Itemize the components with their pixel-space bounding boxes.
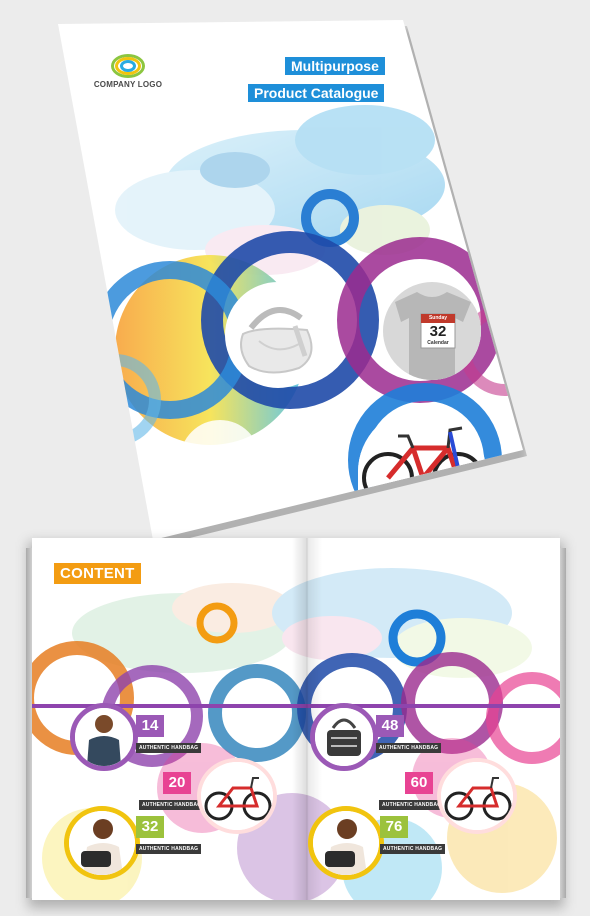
open-catalogue: CONTENT 14 AUTHENTIC HANDBAG 20 AUTHENTI… bbox=[32, 538, 560, 900]
catalogue-cover: COMPANY LOGO Multipurpose Product Catalo… bbox=[55, 20, 527, 546]
bicycle-icon bbox=[441, 762, 513, 830]
item-label: AUTHENTIC HANDBAG bbox=[139, 800, 205, 810]
item-label: AUTHENTIC HANDBAG bbox=[376, 743, 442, 753]
item-photo bbox=[197, 758, 277, 834]
item-number: 76 bbox=[380, 816, 408, 838]
person-tshirt-icon bbox=[75, 708, 133, 766]
person-handbag-icon bbox=[69, 811, 135, 875]
item-label: AUTHENTIC HANDBAG bbox=[136, 844, 202, 854]
handbag-icon bbox=[229, 286, 327, 384]
calendar-caption: Calendar bbox=[427, 340, 449, 346]
calendar-day-number: 32 bbox=[429, 323, 447, 340]
cover-title-line-2: Product Catalogue bbox=[248, 84, 385, 102]
item-photo bbox=[310, 703, 378, 771]
company-logo: COMPANY LOGO bbox=[93, 52, 163, 89]
item-number: 48 bbox=[376, 715, 404, 737]
content-heading: CONTENT bbox=[54, 563, 141, 584]
handbag-icon bbox=[315, 708, 373, 766]
item-photo bbox=[308, 806, 384, 880]
item-number: 14 bbox=[136, 715, 164, 737]
item-label: AUTHENTIC HANDBAG bbox=[136, 743, 202, 753]
item-number: 32 bbox=[136, 816, 164, 838]
calendar-day-name: Sunday bbox=[428, 315, 448, 321]
item-photo bbox=[70, 703, 138, 771]
person-handbag-icon bbox=[313, 811, 379, 875]
item-photo bbox=[437, 758, 517, 834]
bicycle-icon bbox=[201, 762, 273, 830]
tshirt-photo: Sunday 32 Calendar bbox=[383, 282, 481, 380]
cover-title-line-1: Multipurpose bbox=[285, 57, 385, 75]
logo-text: COMPANY LOGO bbox=[93, 80, 163, 89]
item-label: AUTHENTIC HANDBAG bbox=[379, 800, 445, 810]
logo-icon bbox=[109, 52, 147, 78]
handbag-photo bbox=[225, 282, 331, 388]
item-label: AUTHENTIC HANDBAG bbox=[380, 844, 446, 854]
item-number: 20 bbox=[163, 772, 191, 794]
item-photo bbox=[64, 806, 140, 880]
item-number: 60 bbox=[405, 772, 433, 794]
brochure-mockup: COMPANY LOGO Multipurpose Product Catalo… bbox=[0, 0, 590, 916]
